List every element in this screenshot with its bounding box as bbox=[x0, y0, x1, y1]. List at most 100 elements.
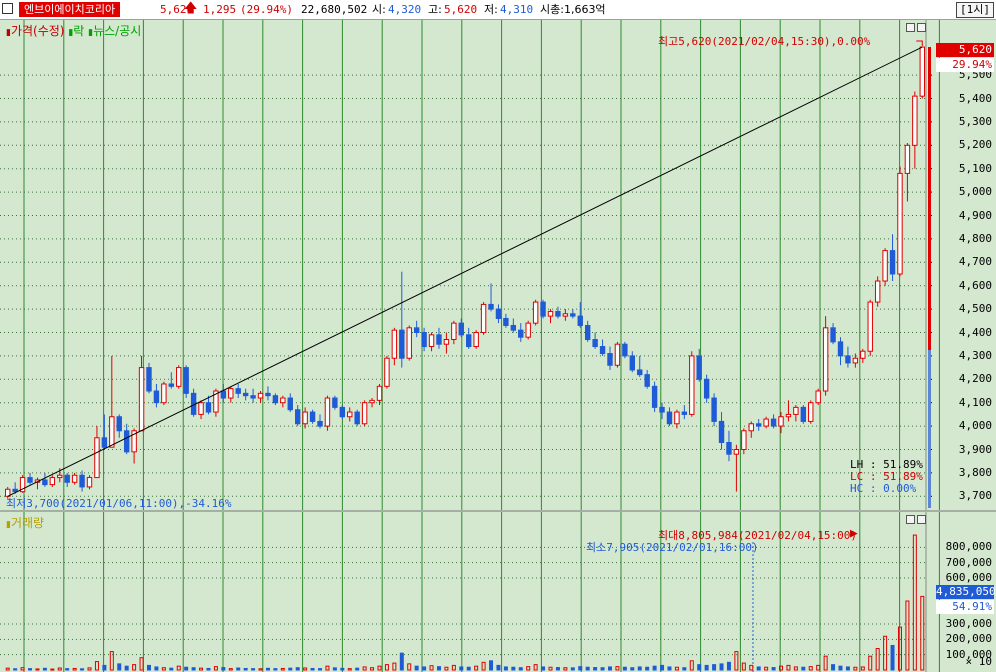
volume-bar bbox=[132, 664, 137, 671]
volume-bar bbox=[94, 661, 99, 671]
volume-bar bbox=[712, 664, 717, 671]
price-axis-tick: 4,200 bbox=[958, 372, 992, 386]
volume-value: 22,680,502 bbox=[301, 3, 368, 16]
price-axis-tick: 4,400 bbox=[958, 325, 992, 339]
volume-bar bbox=[749, 664, 754, 671]
candle-body bbox=[272, 395, 279, 404]
volume-panel-restore-button[interactable] bbox=[906, 515, 915, 524]
volume-bar bbox=[72, 667, 77, 671]
candle-body bbox=[703, 378, 710, 399]
candle-body bbox=[161, 383, 167, 404]
price-axis-tick: 3,700 bbox=[958, 489, 992, 503]
candle-body bbox=[860, 350, 866, 359]
market-cap: 시총:1,663억 bbox=[540, 3, 606, 16]
candle-body bbox=[480, 303, 487, 334]
candle-body bbox=[681, 411, 688, 415]
candle-body bbox=[852, 357, 859, 364]
max-price-label: 최고5,620(2021/02/04,15:30),0.00% bbox=[658, 35, 871, 48]
candle-body bbox=[339, 406, 346, 418]
volume-bar bbox=[682, 667, 687, 671]
candle-body bbox=[332, 397, 338, 408]
candle-body bbox=[57, 474, 63, 479]
volume-bar bbox=[779, 665, 784, 671]
price-panel[interactable]: ▮가격(수정) ▮락 ▮뉴스/공시 최고5,620(2021/02/04,15:… bbox=[0, 20, 996, 510]
min-volume-label: 최소7,905(2021/02/01,16:00) bbox=[586, 541, 759, 554]
candle-body bbox=[785, 413, 792, 418]
panel-restore-button[interactable] bbox=[906, 23, 915, 32]
current-price-box: 5,620 bbox=[936, 43, 994, 57]
candle-body bbox=[644, 374, 650, 387]
volume-bar bbox=[50, 668, 55, 671]
volume-bar bbox=[697, 664, 702, 671]
candle-body bbox=[756, 423, 762, 427]
price-change: 1,295 bbox=[203, 3, 237, 16]
volume-bar bbox=[184, 666, 189, 671]
volume-bar bbox=[273, 668, 278, 671]
volume-bar bbox=[622, 666, 627, 671]
volume-bar bbox=[80, 668, 85, 671]
candle-body bbox=[384, 357, 390, 387]
volume-bar bbox=[139, 657, 144, 671]
price-axis-tick: 4,000 bbox=[958, 419, 992, 433]
period-selector[interactable]: [1시] bbox=[956, 2, 994, 18]
candle-body bbox=[391, 329, 398, 359]
panel-close-button[interactable] bbox=[917, 23, 926, 32]
candle-body bbox=[919, 46, 925, 97]
min-price-label: 최저3,700(2021/01/06,11:00),-34.16% bbox=[6, 497, 232, 510]
volume-bar bbox=[481, 661, 486, 671]
volume-bar bbox=[838, 665, 843, 671]
price-axis-tick: 4,800 bbox=[958, 231, 992, 245]
stock-name[interactable]: 엔브이에이치코리아 bbox=[19, 2, 121, 17]
volume-bar bbox=[756, 666, 761, 671]
candle-body bbox=[518, 329, 524, 338]
candle-body bbox=[495, 308, 502, 319]
volume-bar bbox=[466, 666, 471, 671]
chart-window: 엔브이에이치코리아 5,620 🡅 1,295 (29.94%) 22,680,… bbox=[0, 0, 996, 672]
volume-panel[interactable]: ▮거래량 최대8,805,984(2021/02/04,15:00) ▶ 최소7… bbox=[0, 512, 996, 672]
volume-bar bbox=[251, 668, 256, 671]
candle-body bbox=[800, 406, 807, 422]
volume-legend: ▮거래량 bbox=[6, 514, 44, 531]
volume-bar bbox=[570, 667, 575, 671]
candle-body bbox=[168, 383, 174, 387]
high-value: 5,620 bbox=[444, 3, 478, 16]
volume-bar bbox=[392, 662, 397, 671]
candle-body bbox=[146, 367, 152, 392]
candle-body bbox=[770, 418, 777, 427]
price-change-pct: (29.94%) bbox=[240, 3, 293, 16]
candle-body bbox=[42, 479, 48, 486]
volume-bar bbox=[35, 668, 40, 671]
volume-axis-tick: 700,000 bbox=[945, 555, 992, 569]
volume-panel-close-button[interactable] bbox=[917, 515, 926, 524]
volume-bar bbox=[793, 666, 798, 671]
price-chart[interactable] bbox=[0, 20, 996, 510]
candle-body bbox=[904, 144, 911, 174]
candle-body bbox=[532, 301, 539, 324]
volume-bar bbox=[65, 668, 70, 671]
candle-body bbox=[555, 310, 561, 317]
volume-bar bbox=[347, 668, 352, 671]
volume-bar bbox=[652, 665, 657, 671]
volume-bar bbox=[816, 664, 821, 671]
volume-bar bbox=[169, 667, 174, 671]
candle-body bbox=[815, 390, 821, 404]
candle-body bbox=[116, 416, 122, 432]
menu-checkbox[interactable] bbox=[2, 3, 13, 14]
candle-body bbox=[406, 327, 412, 359]
candle-body bbox=[287, 397, 293, 411]
candle-body bbox=[27, 477, 33, 483]
volume-bar bbox=[199, 667, 204, 671]
price-axis-tick: 5,300 bbox=[958, 114, 992, 128]
candle-body bbox=[250, 395, 256, 399]
candle-body bbox=[778, 416, 784, 427]
price-axis-tick: 4,600 bbox=[958, 278, 992, 292]
volume-bar bbox=[42, 667, 47, 671]
candle-body bbox=[265, 392, 271, 397]
volume-bar bbox=[533, 664, 538, 671]
candle-body bbox=[577, 315, 583, 326]
candle-body bbox=[220, 390, 227, 399]
volume-bar bbox=[518, 667, 523, 671]
candle-body bbox=[466, 334, 472, 348]
volume-bar bbox=[831, 664, 836, 671]
volume-bar bbox=[883, 635, 888, 671]
